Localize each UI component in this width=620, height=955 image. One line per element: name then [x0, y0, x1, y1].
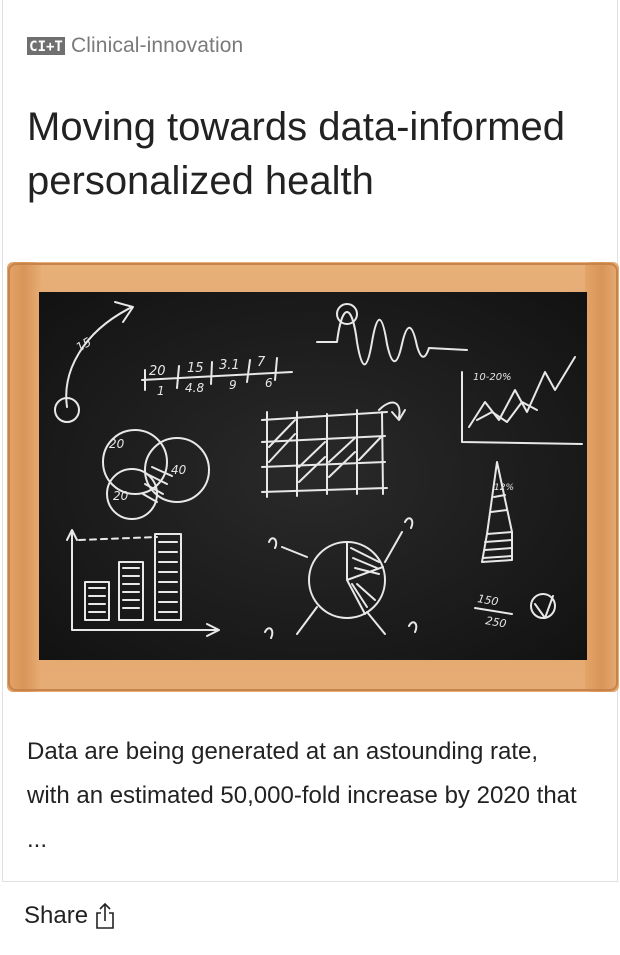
- share-icon: [96, 902, 114, 929]
- svg-text:20: 20: [109, 437, 125, 451]
- article-title[interactable]: Moving towards data-informed personalize…: [27, 100, 607, 208]
- svg-text:40: 40: [171, 463, 187, 477]
- svg-text:9: 9: [229, 378, 237, 392]
- svg-text:3.1: 3.1: [219, 358, 240, 373]
- svg-text:20: 20: [149, 364, 166, 379]
- share-button[interactable]: Share: [24, 902, 116, 930]
- cit-logo-icon: CI+T: [27, 37, 65, 55]
- article-card[interactable]: CI+T Clinical-innovation Moving towards …: [2, 0, 619, 882]
- chalkboard-data-sketch-image: 15 20 15 3.1 7 1 4.8 9 6 10-20% 20 40 20: [7, 262, 619, 692]
- svg-text:12%: 12%: [494, 483, 514, 493]
- article-excerpt: Data are being generated at an astoundin…: [27, 738, 577, 853]
- svg-text:7: 7: [257, 355, 266, 370]
- share-label: Share: [24, 902, 89, 929]
- svg-text:1: 1: [157, 384, 165, 398]
- category-tag[interactable]: CI+T Clinical-innovation: [27, 32, 243, 60]
- card-footer: Share: [0, 882, 620, 955]
- svg-text:CI+T: CI+T: [29, 39, 63, 55]
- svg-text:6: 6: [265, 376, 273, 390]
- category-label: Clinical-innovation: [71, 34, 244, 57]
- svg-text:20: 20: [113, 489, 129, 503]
- svg-text:10-20%: 10-20%: [473, 372, 512, 383]
- svg-text:4.8: 4.8: [185, 381, 204, 395]
- svg-text:15: 15: [187, 361, 204, 376]
